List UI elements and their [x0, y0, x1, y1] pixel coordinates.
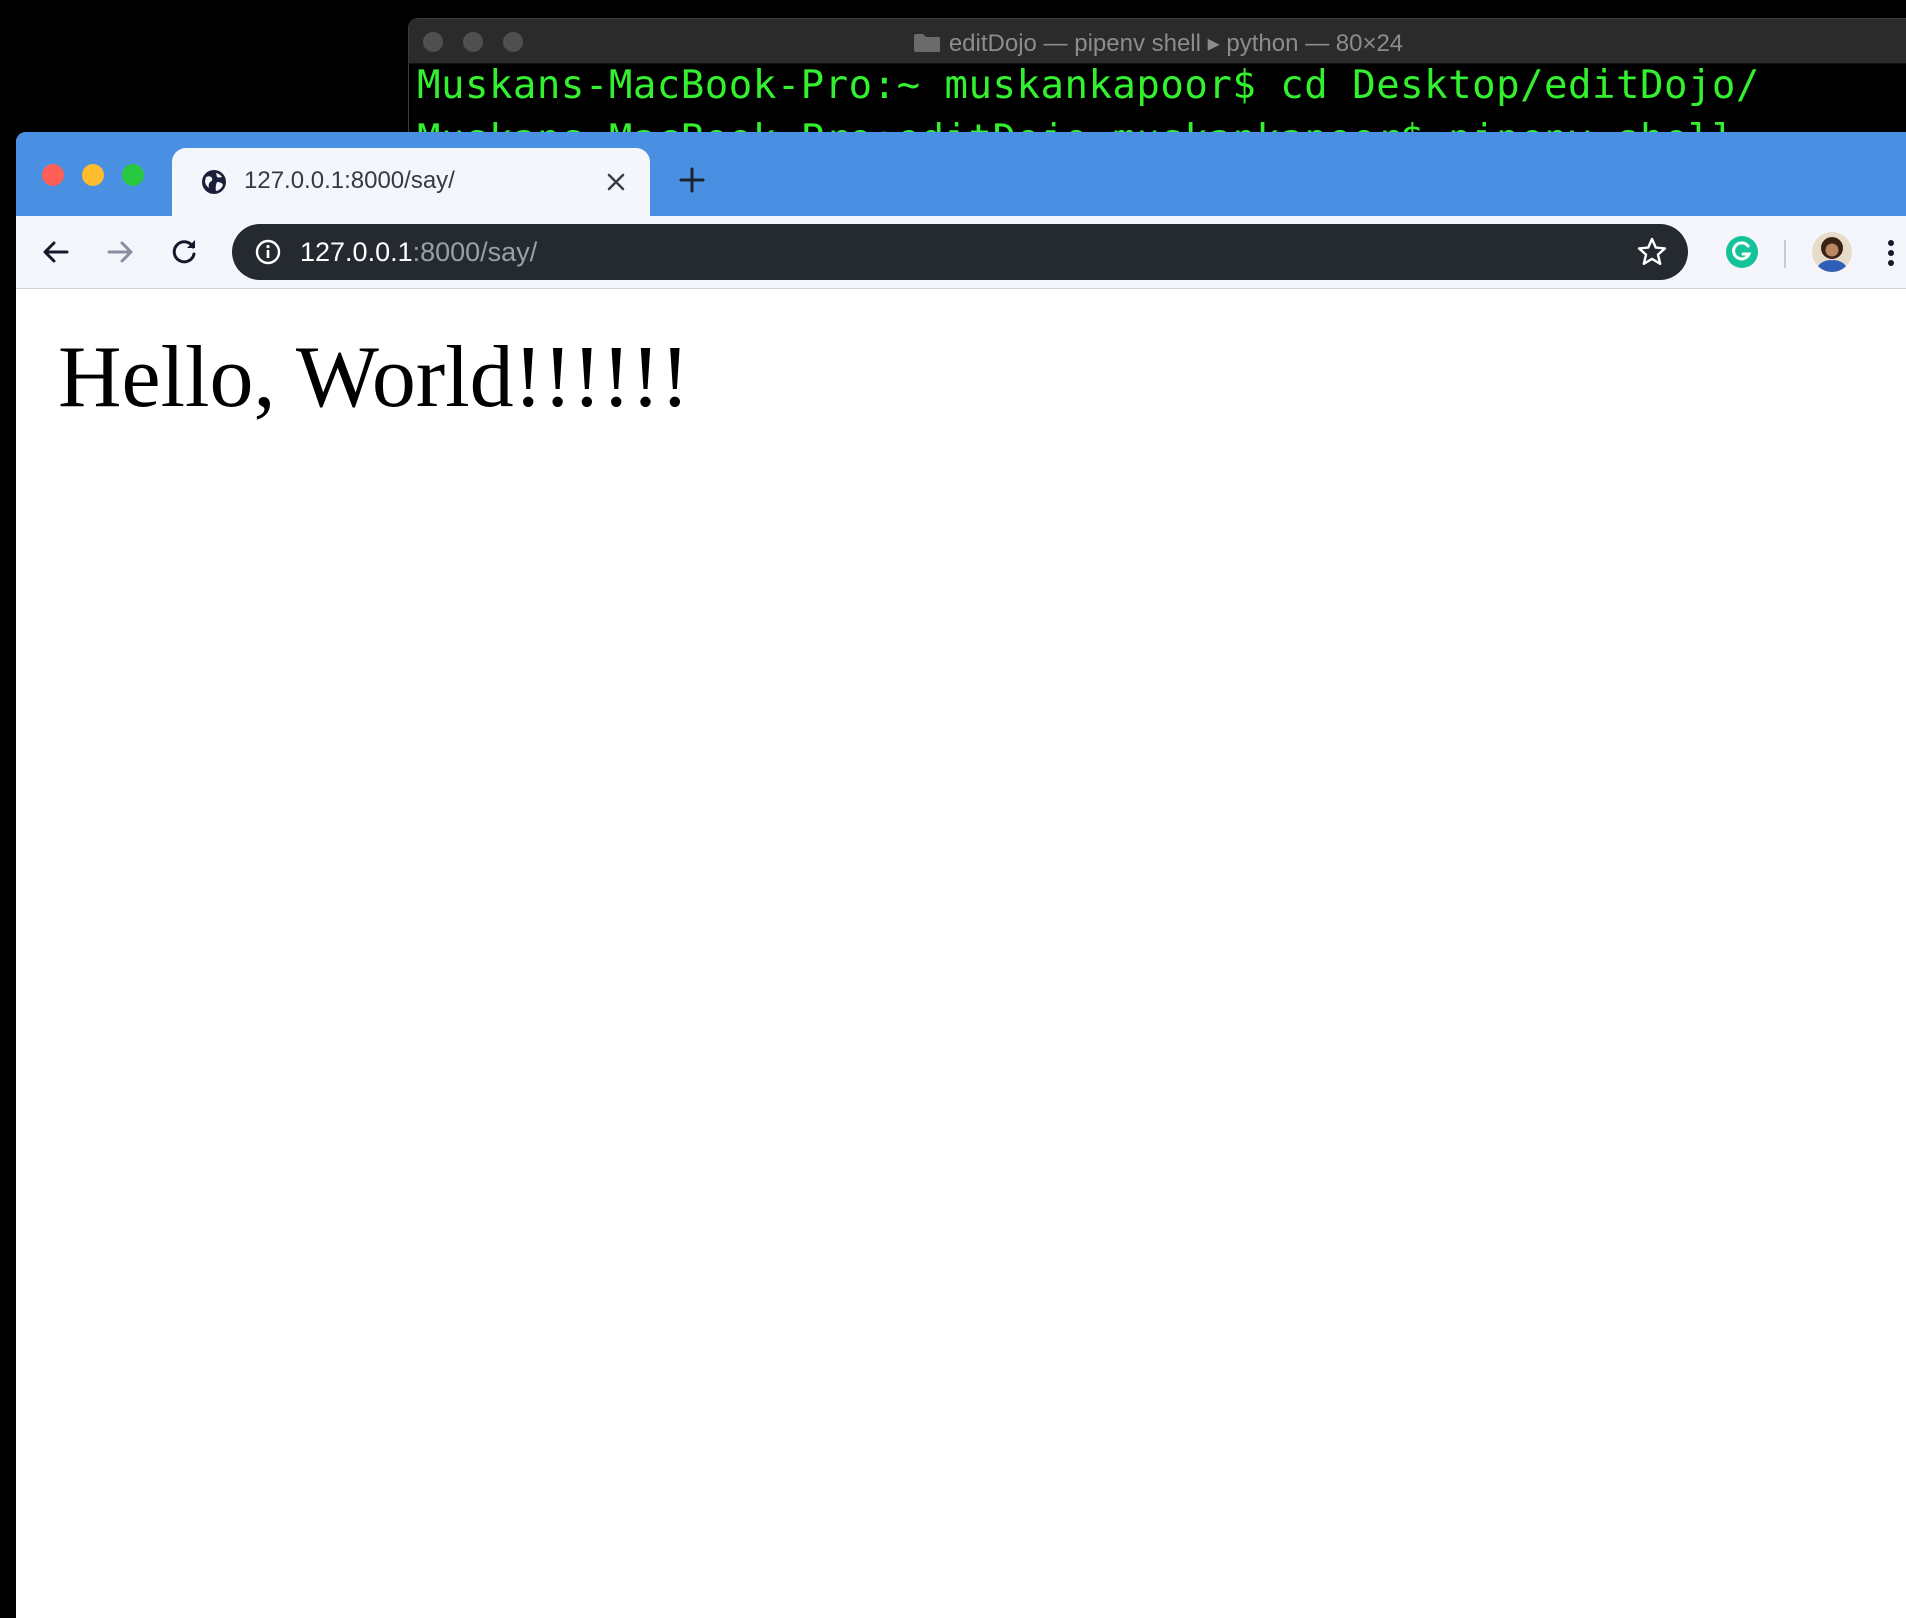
- new-tab-button[interactable]: [676, 164, 708, 196]
- back-arrow-icon[interactable]: [38, 234, 74, 270]
- browser-toolbar: 127.0.0.1:8000/say/: [16, 216, 1906, 289]
- address-bar[interactable]: 127.0.0.1:8000/say/: [232, 224, 1688, 280]
- page-heading: Hello, World!!!!!!: [58, 329, 690, 426]
- forward-arrow-icon[interactable]: [102, 234, 138, 270]
- bookmark-star-icon[interactable]: [1636, 236, 1668, 268]
- window-zoom-button[interactable]: [122, 164, 144, 186]
- window-minimize-button[interactable]: [82, 164, 104, 186]
- url-host: 127.0.0.1: [300, 237, 413, 267]
- close-icon[interactable]: [602, 168, 630, 196]
- tab-title: 127.0.0.1:8000/say/: [244, 167, 455, 194]
- tab-strip: 127.0.0.1:8000/say/: [16, 132, 1906, 216]
- window-close-button[interactable]: [42, 164, 64, 186]
- url-text[interactable]: 127.0.0.1:8000/say/: [300, 237, 537, 268]
- info-icon[interactable]: [254, 238, 282, 266]
- tab-active[interactable]: 127.0.0.1:8000/say/: [172, 148, 650, 216]
- page-content: Hello, World!!!!!!: [16, 289, 1906, 1618]
- terminal-line: Muskans-MacBook-Pro:~ muskankapoor$ cd D…: [417, 63, 1760, 108]
- avatar[interactable]: [1812, 232, 1852, 272]
- grammarly-icon[interactable]: [1724, 234, 1760, 270]
- folder-icon: [913, 34, 940, 52]
- globe-icon: [202, 170, 226, 194]
- kebab-menu-icon[interactable]: [1884, 238, 1898, 268]
- browser-window: 127.0.0.1:8000/say/ 127.0.0.1:8000/say/ …: [16, 132, 1906, 1618]
- toolbar-divider: [1784, 240, 1786, 268]
- terminal-titlebar: editDojo — pipenv shell ▸ python — 80×24: [409, 19, 1906, 64]
- terminal-title: editDojo — pipenv shell ▸ python — 80×24: [948, 30, 1404, 57]
- terminal-title-wrap: editDojo — pipenv shell ▸ python — 80×24: [409, 29, 1906, 58]
- url-path: :8000/say/: [412, 237, 538, 267]
- reload-icon[interactable]: [166, 234, 202, 270]
